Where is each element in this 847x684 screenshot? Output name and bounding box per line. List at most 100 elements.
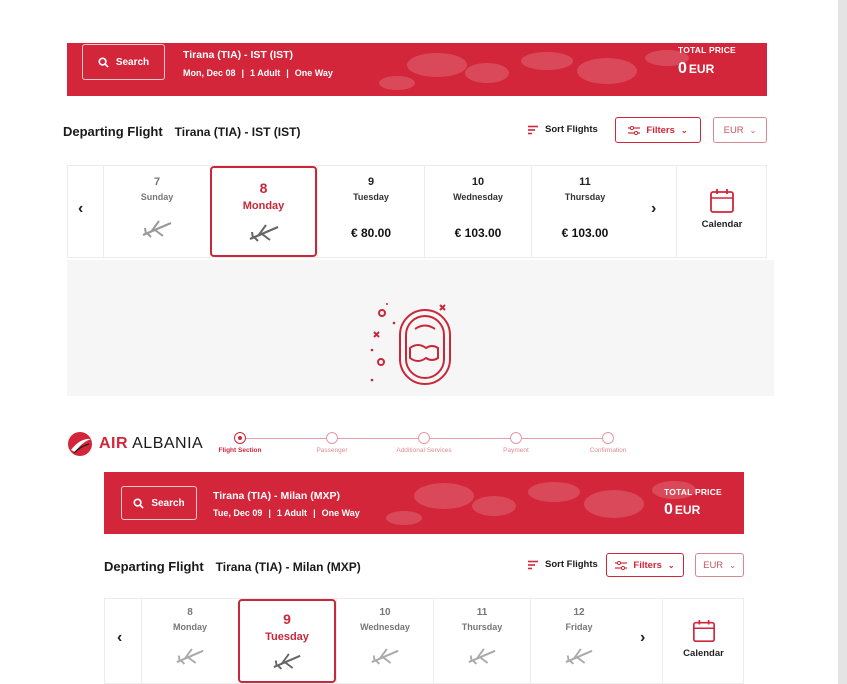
sort-flights-label: Sort Flights bbox=[545, 124, 598, 135]
currency-select[interactable]: EUR ⌄ bbox=[695, 553, 744, 577]
date-option-number: 12 bbox=[573, 607, 585, 618]
filters-button[interactable]: Filters ⌄ bbox=[606, 553, 684, 577]
vertical-scrollbar[interactable] bbox=[838, 0, 847, 684]
step-label: Flight Section bbox=[218, 447, 262, 454]
date-option[interactable]: 10 Wednesday € 103.00 bbox=[424, 166, 531, 257]
booking-summary-banner: Search Tirana (TIA) - Milan (MXP) Tue, D… bbox=[104, 472, 744, 534]
date-option-weekday: Thursday bbox=[564, 192, 606, 202]
banner-trip-type: One Way bbox=[321, 508, 360, 518]
banner-date: Mon, Dec 08 bbox=[183, 68, 236, 78]
step-indicator bbox=[602, 432, 614, 444]
date-option-number: 8 bbox=[259, 180, 268, 196]
air-albania-logo-icon bbox=[68, 432, 92, 456]
search-icon bbox=[98, 56, 109, 68]
date-option[interactable]: 11 Thursday bbox=[433, 599, 530, 684]
no-flights-plane-icon bbox=[371, 648, 399, 665]
sort-flights-button[interactable]: Sort Flights bbox=[528, 124, 598, 135]
step-label: Additional Services bbox=[396, 447, 452, 454]
date-option[interactable]: 10 Wednesday bbox=[336, 599, 433, 684]
search-button-label: Search bbox=[115, 56, 150, 68]
step-label: Payment bbox=[503, 447, 529, 454]
sort-icon bbox=[528, 560, 538, 569]
total-price-amount: 0 bbox=[664, 501, 673, 518]
calendar-icon bbox=[692, 619, 715, 642]
date-option-number: 7 bbox=[153, 176, 161, 188]
date-option-weekday: Monday bbox=[242, 200, 285, 212]
step-confirmation[interactable]: Confirmation bbox=[573, 432, 643, 454]
chevron-down-icon: ⌄ bbox=[729, 560, 736, 570]
filters-icon bbox=[615, 560, 628, 570]
no-flights-plane-icon bbox=[176, 648, 204, 665]
step-indicator bbox=[326, 432, 338, 444]
no-flights-plane-icon bbox=[468, 648, 496, 665]
calendar-label: Calendar bbox=[701, 219, 743, 230]
departing-flight-header: Departing Flight Tirana (TIA) - IST (IST… bbox=[63, 124, 300, 139]
no-flights-plane-icon bbox=[249, 224, 278, 242]
date-option-weekday: Friday bbox=[565, 622, 593, 632]
search-button[interactable]: Search bbox=[121, 486, 197, 520]
date-option[interactable]: 11 Thursday € 103.00 bbox=[531, 166, 638, 257]
step-passenger[interactable]: Passenger bbox=[297, 432, 367, 454]
no-flights-plane-icon bbox=[273, 653, 301, 670]
date-option-selected[interactable]: 9 Tuesday bbox=[238, 599, 336, 683]
search-button[interactable]: Search bbox=[82, 44, 165, 80]
total-price-label: TOTAL PRICE bbox=[664, 487, 722, 497]
currency-select[interactable]: EUR ⌄ bbox=[713, 117, 767, 143]
step-label: Confirmation bbox=[589, 447, 627, 454]
logo-wordmark: AIR ALBANIA bbox=[99, 435, 203, 453]
date-selector: ‹ 7 Sunday 8 Monday 9 Tuesday € 80.00 10… bbox=[67, 165, 767, 258]
step-label: Passenger bbox=[316, 447, 348, 454]
booking-page: Search Tirana (TIA) - IST (IST) Mon, Dec… bbox=[0, 0, 847, 684]
banner-trip-type: One Way bbox=[294, 68, 333, 78]
date-option-weekday: Thursday bbox=[461, 622, 503, 632]
step-flight-section[interactable]: Flight Section bbox=[205, 432, 275, 454]
filters-icon bbox=[628, 125, 641, 135]
chevron-down-icon: ⌄ bbox=[667, 560, 675, 570]
date-option-weekday: Wednesday bbox=[360, 622, 410, 632]
date-selector: ‹ 8 Monday 9 Tuesday 10 Wednesday 11 Thu… bbox=[104, 598, 744, 684]
total-price-value: 0 EUR bbox=[678, 60, 714, 78]
departing-flight-title: Departing Flight bbox=[63, 124, 163, 139]
date-option[interactable]: 8 Monday bbox=[141, 599, 238, 684]
prev-date-button[interactable]: ‹ bbox=[78, 200, 83, 218]
date-option-price: € 80.00 bbox=[350, 226, 392, 240]
total-price-amount: 0 bbox=[678, 60, 687, 77]
date-option-number: 10 bbox=[471, 176, 485, 188]
currency-select-value: EUR bbox=[703, 559, 724, 571]
date-option-number: 11 bbox=[476, 607, 488, 618]
date-option[interactable]: 7 Sunday bbox=[103, 166, 210, 257]
sort-flights-button[interactable]: Sort Flights bbox=[528, 559, 598, 570]
filters-button[interactable]: Filters ⌄ bbox=[615, 117, 701, 143]
departing-flight-title: Departing Flight bbox=[104, 559, 204, 574]
calendar-label: Calendar bbox=[683, 648, 724, 659]
next-date-button[interactable]: › bbox=[651, 200, 656, 218]
date-option-number: 11 bbox=[579, 176, 591, 188]
date-option-price: € 103.00 bbox=[454, 226, 502, 240]
logo-air: AIR bbox=[99, 435, 129, 452]
world-map-background bbox=[379, 50, 689, 90]
no-flights-area bbox=[67, 260, 774, 396]
step-additional-services[interactable]: Additional Services bbox=[389, 432, 459, 454]
total-price-value: 0 EUR bbox=[664, 501, 700, 519]
departing-flight-route: Tirana (TIA) - Milan (MXP) bbox=[215, 559, 361, 574]
departing-flight-header: Departing Flight Tirana (TIA) - Milan (M… bbox=[104, 559, 361, 574]
chevron-down-icon: ⌄ bbox=[680, 125, 688, 135]
date-option-number: 9 bbox=[283, 611, 291, 627]
calendar-button[interactable]: Calendar bbox=[676, 166, 767, 257]
step-indicator bbox=[234, 432, 246, 444]
air-albania-logo[interactable]: AIR ALBANIA bbox=[67, 431, 203, 457]
date-option[interactable]: 12 Friday bbox=[530, 599, 627, 684]
date-option-weekday: Wednesday bbox=[453, 192, 503, 202]
calendar-button[interactable]: Calendar bbox=[662, 599, 744, 684]
date-option-weekday: Sunday bbox=[140, 192, 174, 202]
step-payment[interactable]: Payment bbox=[481, 432, 551, 454]
prev-date-button[interactable]: ‹ bbox=[117, 629, 122, 647]
next-date-button[interactable]: › bbox=[640, 629, 645, 647]
total-price-label: TOTAL PRICE bbox=[678, 45, 736, 55]
world-map-background bbox=[386, 481, 696, 525]
date-option[interactable]: 9 Tuesday € 80.00 bbox=[317, 166, 424, 257]
date-option-selected[interactable]: 8 Monday bbox=[210, 166, 317, 257]
airplane-window-illustration bbox=[370, 303, 451, 385]
filters-label: Filters bbox=[633, 559, 662, 571]
booking-summary-banner: Search Tirana (TIA) - IST (IST) Mon, Dec… bbox=[67, 43, 767, 96]
